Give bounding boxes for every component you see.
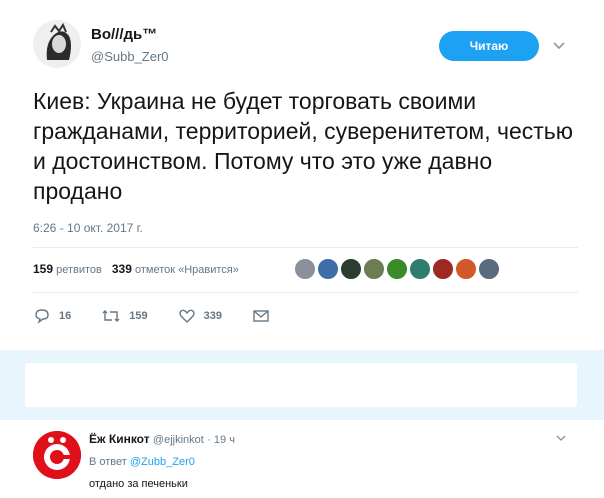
- tweet-text: Киев: Украина не будет торговать своими …: [33, 88, 574, 204]
- liker-avatar[interactable]: [432, 258, 454, 280]
- likes-stat[interactable]: 339 отметок «Нравится»: [111, 262, 239, 276]
- retweet-icon: [102, 310, 120, 322]
- tweet-actions: 16 159 339: [33, 305, 308, 327]
- reply-text: отдано за печеньки: [89, 478, 188, 490]
- liker-avatar[interactable]: [386, 258, 408, 280]
- following-button[interactable]: Читаю: [439, 31, 539, 61]
- in-reply-to-link[interactable]: @Zubb_Zer0: [130, 456, 195, 468]
- heart-icon: [178, 309, 195, 323]
- author-display-name[interactable]: Во///дь™: [91, 26, 157, 43]
- liker-avatars: [294, 258, 501, 282]
- reply-input[interactable]: [25, 363, 577, 407]
- reply-button[interactable]: 16: [33, 308, 71, 324]
- like-button[interactable]: 339: [178, 308, 222, 324]
- retweet-button[interactable]: 159: [101, 308, 148, 324]
- reply-time[interactable]: · 19 ч: [207, 434, 235, 446]
- envelope-icon: [253, 310, 269, 322]
- reply-tweet[interactable]: Ёж Кинкот @ejjkinkot · 19 ч В ответ @Zub…: [0, 420, 604, 498]
- tweet-timestamp[interactable]: 6:26 - 10 окт. 2017 г.: [33, 221, 143, 235]
- reply-author-username[interactable]: @ejjkinkot: [153, 434, 204, 446]
- main-tweet: Во///дь™ @Subb_Zer0 Читаю Киев: Украина …: [0, 0, 604, 350]
- liker-avatar[interactable]: [340, 258, 362, 280]
- retweets-count: 159: [33, 262, 54, 276]
- like-count: 339: [203, 310, 222, 322]
- liker-avatar[interactable]: [294, 258, 316, 280]
- likes-count: 339: [111, 262, 132, 276]
- tweet-stats: 159 ретвитов 339 отметок «Нравится»: [33, 262, 239, 276]
- author-username[interactable]: @Subb_Zer0: [91, 49, 169, 64]
- chevron-down-icon[interactable]: [555, 432, 567, 444]
- likes-label: отметок «Нравится»: [134, 264, 239, 276]
- direct-message-button[interactable]: [252, 309, 278, 323]
- reply-author-line: Ёж Кинкот @ejjkinkot · 19 ч: [89, 432, 235, 446]
- divider: [33, 292, 578, 293]
- liker-avatar[interactable]: [478, 258, 500, 280]
- in-reply-to: В ответ @Zubb_Zer0: [89, 456, 195, 468]
- reply-composer-area: [0, 350, 604, 420]
- retweets-stat[interactable]: 159 ретвитов: [33, 262, 102, 276]
- reply-author-name[interactable]: Ёж Кинкот: [89, 432, 150, 446]
- liker-avatar[interactable]: [363, 258, 385, 280]
- liker-avatar[interactable]: [317, 258, 339, 280]
- reply-author-avatar[interactable]: [33, 431, 81, 479]
- liker-avatar[interactable]: [409, 258, 431, 280]
- retweet-count: 159: [129, 310, 148, 322]
- liker-avatar[interactable]: [455, 258, 477, 280]
- retweets-label: ретвитов: [56, 264, 102, 276]
- chevron-down-icon[interactable]: [552, 38, 566, 52]
- in-reply-prefix: В ответ: [89, 456, 127, 468]
- reply-icon: [35, 309, 49, 324]
- reply-count: 16: [59, 310, 72, 322]
- author-avatar[interactable]: [33, 20, 81, 68]
- divider: [33, 247, 578, 248]
